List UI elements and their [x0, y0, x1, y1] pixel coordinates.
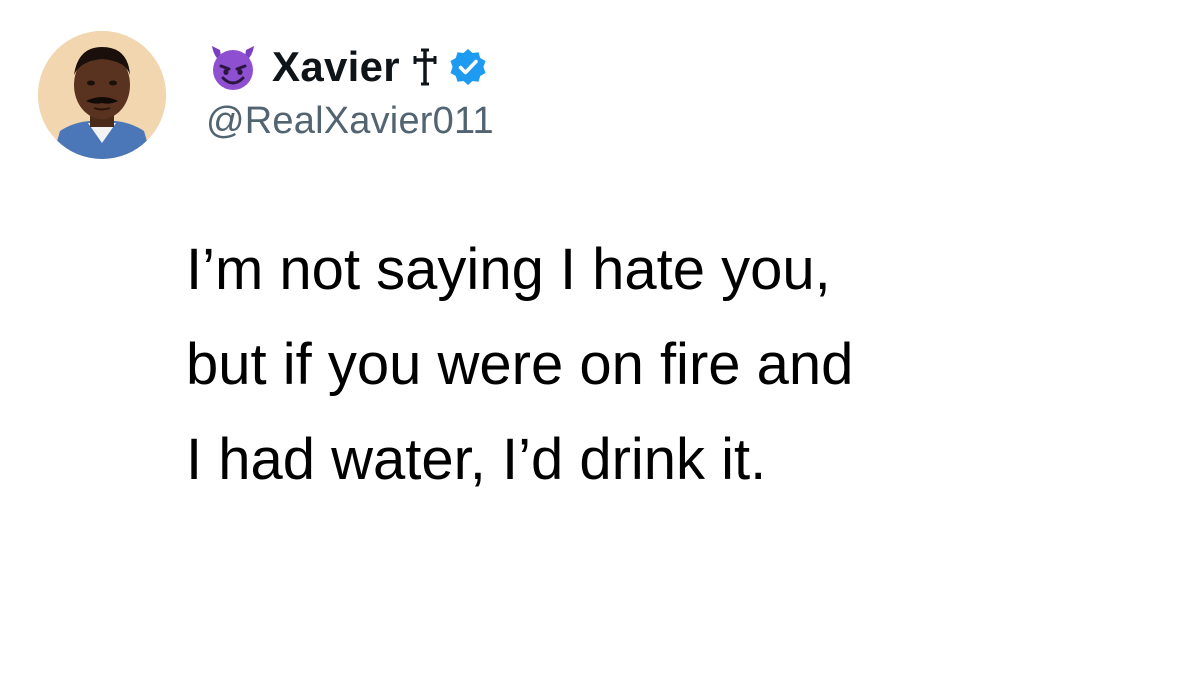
- display-name[interactable]: Xavier: [272, 43, 400, 91]
- avatar[interactable]: [38, 31, 166, 159]
- tweet-text: I’m not saying I hate you, but if you we…: [186, 222, 1146, 507]
- latin-cross-icon: [412, 47, 438, 87]
- smiling-devil-emoji-icon: [206, 40, 260, 94]
- tweet-header: Xavier @RealXavier011: [206, 38, 494, 148]
- verified-badge-icon: [448, 47, 488, 87]
- tweet-text-line: but if you were on fire and: [186, 332, 854, 397]
- profile-photo-icon: [38, 31, 166, 159]
- tweet-card: Xavier @RealXavier011 I’m not saying I h…: [0, 0, 1200, 675]
- name-row: Xavier: [206, 38, 494, 96]
- tweet-text-line: I’m not saying I hate you,: [186, 237, 831, 302]
- tweet-text-line: I had water, I’d drink it.: [186, 427, 767, 492]
- user-handle[interactable]: @RealXavier011: [206, 100, 494, 143]
